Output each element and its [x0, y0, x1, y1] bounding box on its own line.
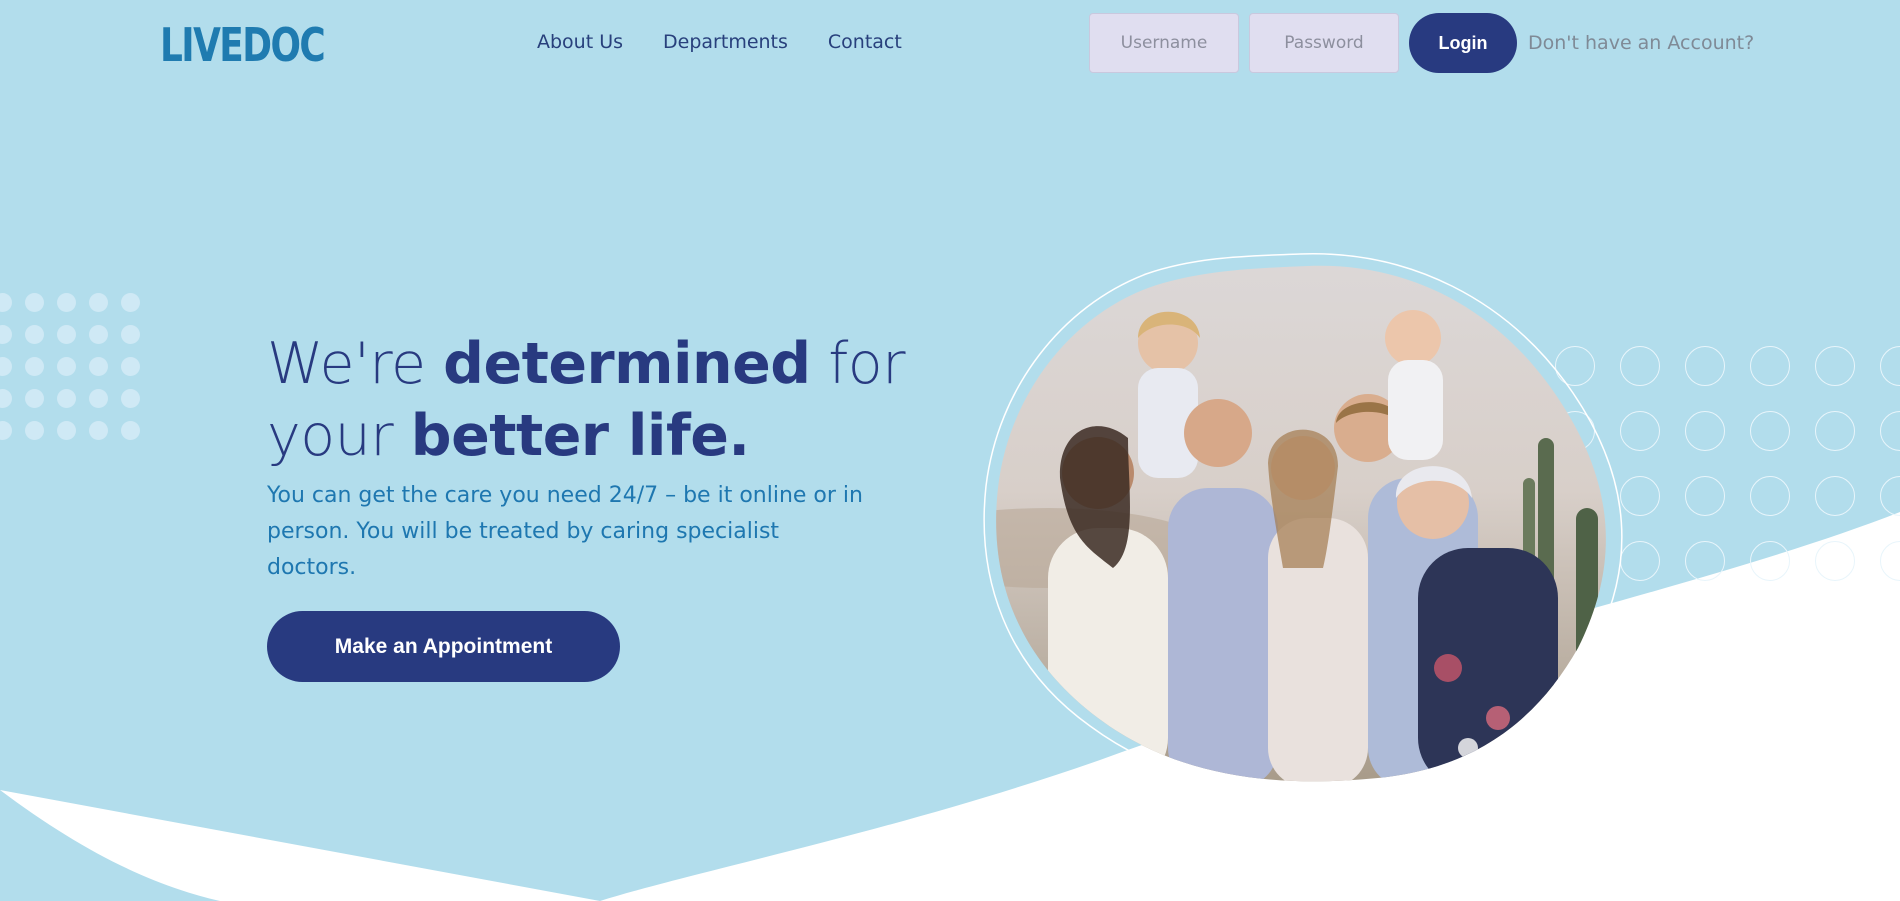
decorative-dot: [25, 325, 44, 344]
decorative-dot: [121, 389, 140, 408]
decorative-dot: [57, 389, 76, 408]
decorative-dot: [89, 389, 108, 408]
password-input[interactable]: [1249, 13, 1399, 73]
login-form: Login Don't have an Account?: [1089, 13, 1754, 73]
signup-link[interactable]: Don't have an Account?: [1528, 32, 1754, 54]
decorative-dot: [57, 357, 76, 376]
hero-section: We're determined for your better life. Y…: [267, 328, 907, 586]
nav-link-contact[interactable]: Contact: [828, 31, 902, 53]
decorative-circle: [1750, 541, 1790, 581]
decorative-dot: [57, 325, 76, 344]
hero-title-emphasis: better life.: [410, 403, 750, 469]
username-input[interactable]: [1089, 13, 1239, 73]
decorative-dot: [89, 325, 108, 344]
decorative-dot: [57, 421, 76, 440]
decorative-dot: [121, 357, 140, 376]
family-photo: [983, 253, 1623, 788]
nav-link-about-us[interactable]: About Us: [537, 31, 623, 53]
decorative-circle: [1750, 411, 1790, 451]
decorative-circle: [1685, 411, 1725, 451]
nav-link-departments[interactable]: Departments: [663, 31, 788, 53]
decorative-dot: [121, 293, 140, 312]
decorative-dot: [25, 357, 44, 376]
decorative-circle: [1685, 346, 1725, 386]
hero-subtitle: You can get the care you need 24/7 – be …: [267, 483, 863, 580]
make-appointment-button[interactable]: Make an Appointment: [267, 611, 620, 682]
decorative-circle: [1815, 346, 1855, 386]
main-nav: About Us Departments Contact: [537, 31, 902, 53]
decorative-circle: [1815, 411, 1855, 451]
decorative-dot: [57, 293, 76, 312]
hero-title-emphasis: determined: [443, 331, 811, 397]
decorative-dot: [121, 325, 140, 344]
decorative-dot: [89, 357, 108, 376]
hero-title-text: We're: [267, 331, 426, 397]
decorative-circle: [1815, 541, 1855, 581]
decorative-dot: [25, 293, 44, 312]
decorative-circle: [1685, 476, 1725, 516]
hero-title-text: for: [828, 331, 906, 397]
hero-title: We're determined for your better life.: [267, 328, 907, 472]
decorative-dot: [89, 421, 108, 440]
decorative-dot: [25, 389, 44, 408]
decorative-dot: [121, 421, 140, 440]
decorative-dot: [89, 293, 108, 312]
hero-title-text: your: [267, 403, 394, 469]
decorative-dot: [25, 421, 44, 440]
decorative-circle: [1685, 541, 1725, 581]
brand-logo[interactable]: LIVEDOC: [160, 18, 326, 72]
decorative-circle: [1750, 346, 1790, 386]
login-button[interactable]: Login: [1409, 13, 1517, 73]
decorative-circle: [1815, 476, 1855, 516]
decorative-circle: [1750, 476, 1790, 516]
site-header: LIVEDOC About Us Departments Contact Log…: [0, 0, 1900, 88]
